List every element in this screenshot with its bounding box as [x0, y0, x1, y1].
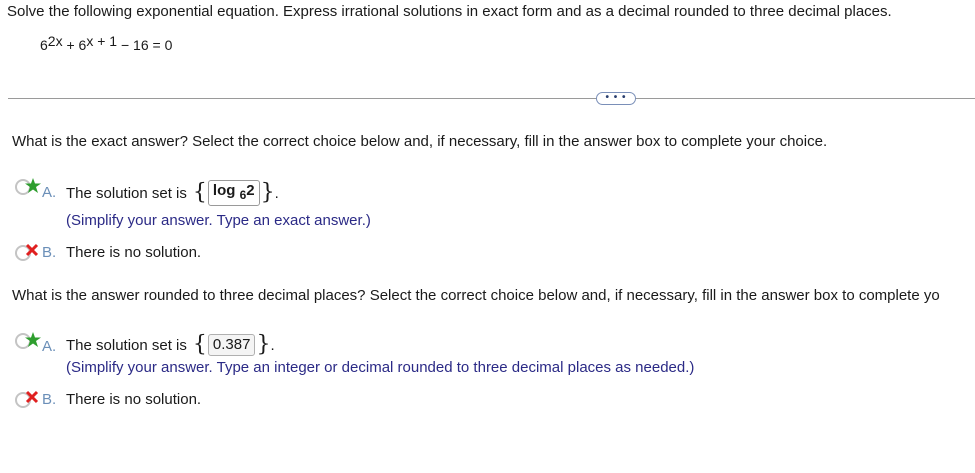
choice-a-decimal-text: The solution set is [66, 336, 187, 354]
choice-a-decimal[interactable]: The solution set is { 0.387 }. [66, 334, 275, 356]
equation-plus-base-2: + 6 [66, 37, 87, 53]
expand-more-button[interactable]: • • • [596, 92, 636, 105]
equation-exponent-2: x + 1 [86, 33, 118, 49]
choice-b-exact-letter: B. [42, 244, 57, 261]
choice-a-decimal-letter: A. [42, 338, 57, 355]
choice-a-exact-letter: A. [42, 184, 57, 201]
choice-b-decimal-status [14, 390, 42, 413]
question-exact: What is the exact answer? Select the cor… [12, 133, 828, 150]
decimal-answer-box[interactable]: 0.387 [207, 334, 256, 356]
open-brace: { [192, 180, 207, 205]
close-brace: } [256, 332, 271, 357]
choice-a-exact-status [14, 177, 42, 200]
equation-rest: − 16 = 0 [120, 37, 173, 53]
equation-exponent-1: 2x [47, 33, 63, 49]
choice-a-decimal-hint: (Simplify your answer. Type an integer o… [66, 359, 695, 376]
choice-b-decimal[interactable]: There is no solution. [66, 391, 201, 408]
incorrect-x-icon [15, 390, 39, 408]
section-divider [8, 98, 975, 99]
choice-a-exact-hint: (Simplify your answer. Type an exact ans… [66, 212, 371, 229]
question-decimal: What is the answer rounded to three deci… [12, 287, 940, 304]
choice-b-decimal-letter: B. [42, 391, 57, 408]
exact-answer-box[interactable]: log 62 [207, 180, 260, 206]
choice-a-exact-text: The solution set is [66, 184, 187, 202]
choice-b-exact[interactable]: There is no solution. [66, 244, 201, 261]
choice-a-decimal-status [14, 331, 42, 354]
choice-a-exact[interactable]: The solution set is { log 62 }. [66, 180, 279, 206]
open-brace: { [192, 332, 207, 357]
choice-b-exact-status [14, 243, 42, 266]
close-brace: } [260, 180, 275, 205]
problem-prompt: Solve the following exponential equation… [7, 3, 892, 20]
equation-base-1: 6 [40, 37, 48, 53]
incorrect-x-icon [15, 243, 39, 261]
correct-star-icon [15, 178, 41, 195]
correct-star-icon [15, 332, 41, 349]
equation: 62x + 6x + 1 − 16 = 0 [40, 34, 173, 53]
